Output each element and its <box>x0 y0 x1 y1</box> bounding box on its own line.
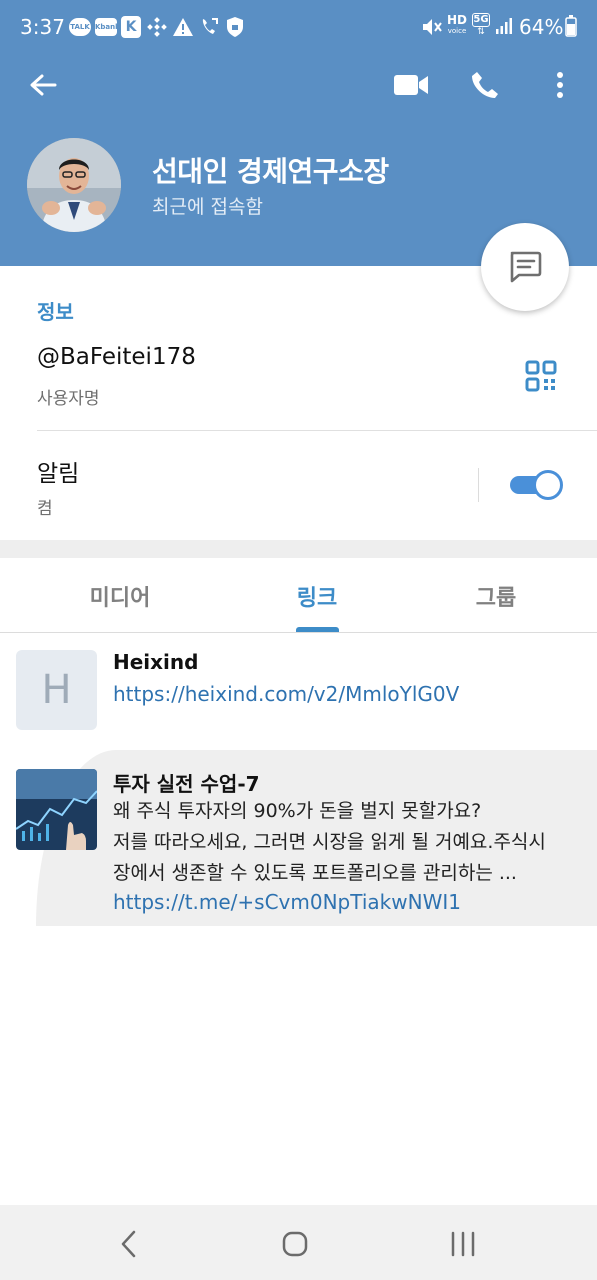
voice-call-button[interactable] <box>464 64 506 106</box>
battery-percent: 64% <box>519 15 564 39</box>
more-options-button[interactable] <box>540 64 580 106</box>
toggle-separator <box>478 468 479 502</box>
call-forward-icon <box>202 18 218 34</box>
video-call-button[interactable] <box>389 64 433 106</box>
more-vertical-icon <box>557 72 563 98</box>
avatar-photo <box>27 138 121 232</box>
username-label: 사용자명 <box>37 389 100 409</box>
notifications-value: 켬 <box>37 499 53 519</box>
nav-home-button[interactable] <box>274 1223 316 1265</box>
last-seen-status: 최근에 접속함 <box>152 196 263 218</box>
tab-media[interactable]: 미디어 <box>60 580 180 612</box>
video-camera-icon <box>394 75 428 95</box>
row-divider <box>37 430 597 431</box>
link-title: Heixind <box>113 650 199 674</box>
profile-name: 선대인 경제연구소장 <box>152 155 389 188</box>
link-url[interactable]: https://t.me/+sCvm0NpTiakwNWI1 <box>113 890 461 914</box>
battery-icon <box>565 15 577 37</box>
link-thumbnail <box>16 769 97 850</box>
shield-icon <box>227 17 243 37</box>
link-url[interactable]: https://heixind.com/v2/MmloYlG0V <box>113 682 459 706</box>
5g-icon: 5G ⇅ <box>472 13 490 37</box>
username-value[interactable]: @BaFeitei178 <box>37 344 196 370</box>
phone-icon <box>472 72 498 98</box>
status-time: 3:37 <box>20 15 65 39</box>
tab-groups[interactable]: 그룹 <box>436 580 556 612</box>
binance-icon <box>147 17 167 37</box>
avatar[interactable] <box>27 138 121 232</box>
talk-icon: TALK <box>69 18 91 36</box>
warning-icon <box>173 18 193 36</box>
section-gap <box>0 540 597 558</box>
notifications-toggle[interactable] <box>510 470 563 500</box>
kbank-icon: Kbank <box>95 18 120 36</box>
home-icon <box>282 1231 308 1257</box>
message-button[interactable] <box>481 223 569 311</box>
qr-code-icon <box>525 360 557 392</box>
link-description: 왜 주식 투자자의 90%가 돈을 벌지 못할가요? 저를 따라오세요, 그러면… <box>113 800 546 884</box>
back-button[interactable] <box>22 64 64 106</box>
signal-icon <box>496 18 512 34</box>
nav-recents-button[interactable] <box>442 1223 484 1265</box>
link-title: 투자 실전 수업-7 <box>113 772 260 796</box>
system-nav-bar <box>0 1205 597 1280</box>
mute-icon <box>423 19 442 35</box>
hd-voice-icon: HD voice <box>446 13 467 36</box>
link-thumbnail: H <box>16 650 97 730</box>
chevron-left-icon <box>121 1230 136 1258</box>
nav-back-button[interactable] <box>108 1223 150 1265</box>
stock-chart-image <box>16 769 97 850</box>
tab-links[interactable]: 링크 <box>257 580 377 612</box>
chat-bubble-icon <box>510 251 542 283</box>
arrow-left-icon <box>30 74 57 96</box>
recents-icon <box>451 1231 475 1257</box>
tabs-divider <box>0 632 597 633</box>
info-section-title: 정보 <box>37 300 74 324</box>
qr-code-button[interactable] <box>522 357 560 395</box>
notifications-title[interactable]: 알림 <box>37 454 79 488</box>
k-app-icon: K <box>121 16 141 38</box>
